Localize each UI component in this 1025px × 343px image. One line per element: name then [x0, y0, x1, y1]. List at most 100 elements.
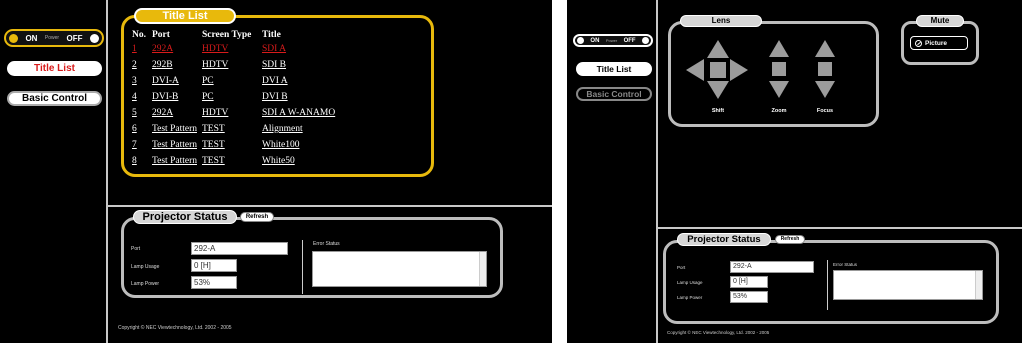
section-divider-right [658, 227, 1022, 229]
power-off-indicator-icon [641, 37, 649, 44]
power-switch-right[interactable]: ON Power OFF [573, 34, 653, 47]
row-screen-type-link[interactable]: TEST [202, 124, 225, 134]
power-on-indicator-icon [9, 33, 18, 43]
lamp-power-label: Lamp Power [131, 281, 160, 287]
col-header-title: Title [262, 30, 281, 40]
shift-down-arrow-icon[interactable] [707, 81, 729, 99]
error-scrollbar[interactable] [479, 252, 486, 286]
nav-basic-control-button[interactable]: Basic Control [7, 91, 102, 106]
row-port-link[interactable]: Test Pattern [152, 140, 197, 150]
row-screen-type-link[interactable]: TEST [202, 156, 225, 166]
picture-mute-button[interactable]: Picture [910, 36, 968, 50]
shift-up-arrow-icon[interactable] [707, 40, 729, 58]
section-divider [108, 205, 552, 207]
focus-label: Focus [816, 108, 834, 114]
shift-label: Shift [711, 108, 725, 114]
row-port-link[interactable]: Test Pattern [152, 124, 197, 134]
row-screen-type-link[interactable]: HDTV [202, 108, 228, 118]
row-screen-type-link[interactable]: HDTV [202, 44, 228, 54]
col-header-screen-type: Screen Type [202, 30, 252, 40]
row-no: 5 [132, 108, 137, 118]
shift-center-button[interactable] [710, 62, 726, 78]
zoom-label: Zoom [771, 108, 787, 114]
copyright-text: Copyright © NEC Viewtechnology, Ltd. 200… [667, 330, 770, 335]
focus-up-arrow-icon[interactable] [815, 40, 835, 57]
col-header-no: No. [132, 30, 146, 40]
shift-left-arrow-icon[interactable] [686, 59, 704, 81]
shift-right-arrow-icon[interactable] [730, 59, 748, 81]
mute-caption: Mute [916, 15, 964, 27]
power-label: Power [44, 35, 60, 41]
error-scrollbar[interactable] [975, 271, 982, 299]
row-no: 4 [132, 92, 137, 102]
lamp-power-value-field: 53% [191, 276, 237, 289]
row-title-link[interactable]: SDI A W-ANAMO [262, 108, 335, 118]
port-label: Port [677, 265, 686, 270]
left-screenshot: ON Power OFF Title List Basic Control Ti… [0, 0, 552, 343]
power-label: Power [605, 38, 618, 43]
error-status-textarea[interactable] [312, 251, 487, 287]
power-on-indicator-icon [577, 37, 584, 44]
focus-down-arrow-icon[interactable] [815, 81, 835, 98]
error-status-label: Error Status [313, 241, 340, 247]
row-port-link[interactable]: 292A [152, 108, 173, 118]
right-sidebar [567, 0, 657, 343]
lens-caption: Lens [680, 15, 762, 27]
row-port-link[interactable]: DVI-B [152, 92, 178, 102]
power-on-label: ON [590, 37, 600, 44]
row-no: 8 [132, 156, 137, 166]
col-header-port: Port [152, 30, 170, 40]
row-port-link[interactable]: DVI-A [152, 76, 179, 86]
row-no: 2 [132, 60, 137, 70]
projector-status-caption-right: Projector Status [677, 233, 771, 246]
row-screen-type-link[interactable]: TEST [202, 140, 225, 150]
zoom-center-button[interactable] [772, 62, 786, 76]
port-value-field: 292-A [191, 242, 288, 255]
nav-title-list-button-right[interactable]: Title List [576, 62, 652, 76]
row-screen-type-link[interactable]: HDTV [202, 60, 228, 70]
row-title-link[interactable]: White100 [262, 140, 299, 150]
row-title-link[interactable]: SDI B [262, 60, 286, 70]
power-off-label: OFF [66, 33, 83, 43]
port-value-field: 292-A [730, 261, 814, 273]
zoom-up-arrow-icon[interactable] [769, 40, 789, 57]
sidebar-divider-right [656, 0, 658, 343]
row-title-link[interactable]: SDI A [262, 44, 286, 54]
row-port-link[interactable]: 292B [152, 60, 173, 70]
row-no: 6 [132, 124, 137, 134]
focus-center-button[interactable] [818, 62, 832, 76]
status-divider [302, 240, 303, 294]
refresh-button[interactable]: Refresh [240, 212, 274, 222]
lamp-usage-value-field: 0 [H] [191, 259, 237, 272]
right-screenshot: ON Power OFF Title List Basic Control Le… [567, 0, 1022, 343]
row-screen-type-link[interactable]: PC [202, 92, 214, 102]
port-label: Port [131, 246, 141, 252]
power-off-indicator-icon [90, 33, 99, 43]
row-no: 7 [132, 140, 137, 150]
row-title-link[interactable]: Alignment [262, 124, 303, 134]
zoom-down-arrow-icon[interactable] [769, 81, 789, 98]
lamp-usage-value-field: 0 [H] [730, 276, 768, 288]
lamp-usage-label: Lamp Usage [677, 280, 703, 285]
row-screen-type-link[interactable]: PC [202, 76, 214, 86]
lamp-usage-label: Lamp Usage [131, 264, 160, 270]
picture-check-icon [915, 39, 922, 47]
row-title-link[interactable]: DVI B [262, 92, 288, 102]
title-list-caption: Title List [134, 8, 236, 24]
refresh-button-right[interactable]: Refresh [775, 235, 805, 244]
lamp-power-value-field: 53% [730, 291, 768, 303]
left-sidebar [0, 0, 107, 343]
power-off-label: OFF [623, 37, 636, 44]
row-no: 1 [132, 44, 137, 54]
row-port-link[interactable]: 292A [152, 44, 173, 54]
nav-basic-control-button-right[interactable]: Basic Control [576, 87, 652, 101]
error-status-textarea[interactable] [833, 270, 983, 300]
row-title-link[interactable]: DVI A [262, 76, 288, 86]
projector-status-caption: Projector Status [133, 210, 237, 224]
nav-title-list-button[interactable]: Title List [7, 61, 102, 76]
row-title-link[interactable]: White50 [262, 156, 295, 166]
lamp-power-label: Lamp Power [677, 295, 703, 300]
row-port-link[interactable]: Test Pattern [152, 156, 197, 166]
power-switch[interactable]: ON Power OFF [4, 29, 104, 47]
error-status-label: Error Status [833, 262, 858, 267]
